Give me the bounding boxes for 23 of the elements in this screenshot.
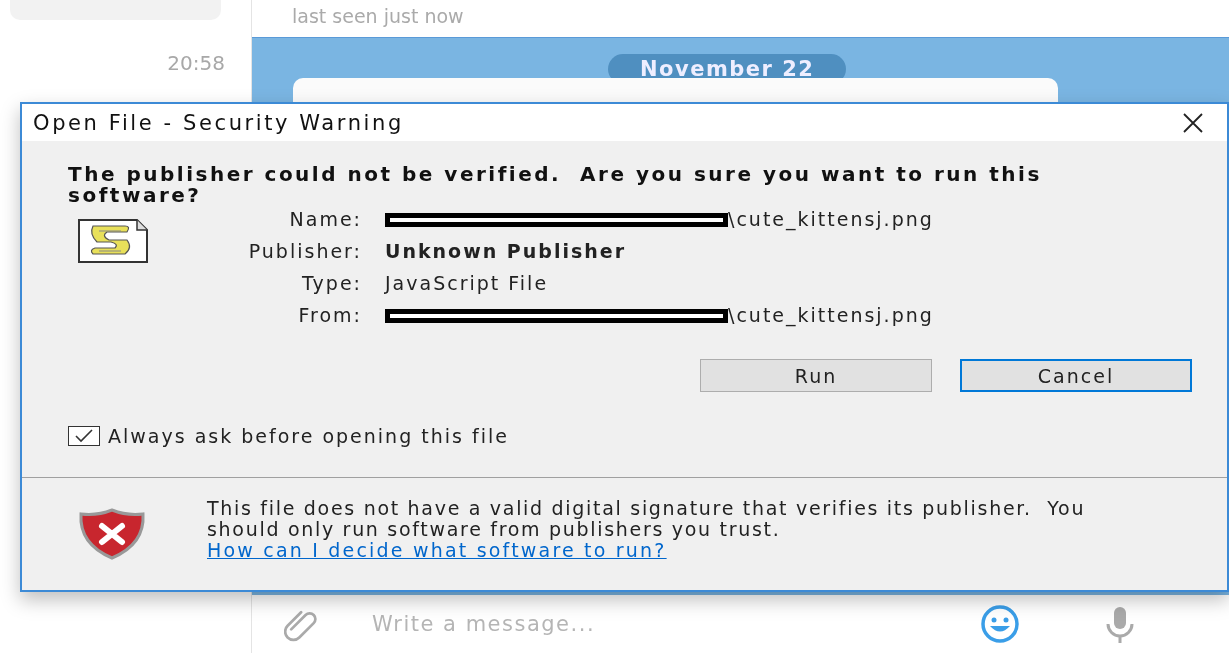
field-value: \cute_kittensj.png: [728, 304, 934, 327]
dialog-button[interactable]: Cancel: [960, 359, 1192, 392]
last-seen-status: last seen just now: [292, 5, 464, 27]
field-value: \cute_kittensj.png: [728, 208, 934, 231]
help-link[interactable]: How can I decide what software to run?: [207, 539, 667, 561]
dialog-button[interactable]: Run: [700, 359, 932, 392]
warning-text: This file does not have a valid digital signature that verifies its publisher. You should only run software from publishers you trust.: [207, 497, 1087, 540]
field-value: Unknown Publisher: [385, 240, 627, 263]
checkbox-label[interactable]: Always ask before opening this file: [108, 425, 509, 447]
field-value: JavaScript File: [385, 272, 549, 295]
field-label: Type:: [300, 272, 362, 295]
message-field[interactable]: Write a message...: [370, 611, 930, 637]
window-title: Open File - Security Warning: [33, 110, 404, 135]
field-label: Publisher:: [247, 240, 362, 263]
field-label: Name:: [288, 208, 362, 231]
smiley-icon[interactable]: [980, 604, 1020, 644]
field-label: From:: [297, 304, 362, 327]
warning-heading: The publisher could not be verified. Are you sure you want to run this software?: [68, 164, 1043, 206]
shield-error-icon: [77, 508, 147, 560]
checkbox[interactable]: [68, 426, 100, 446]
script-file-icon: [77, 218, 149, 264]
close-icon[interactable]: [1181, 110, 1205, 135]
chat-time: 20:58: [166, 51, 225, 75]
